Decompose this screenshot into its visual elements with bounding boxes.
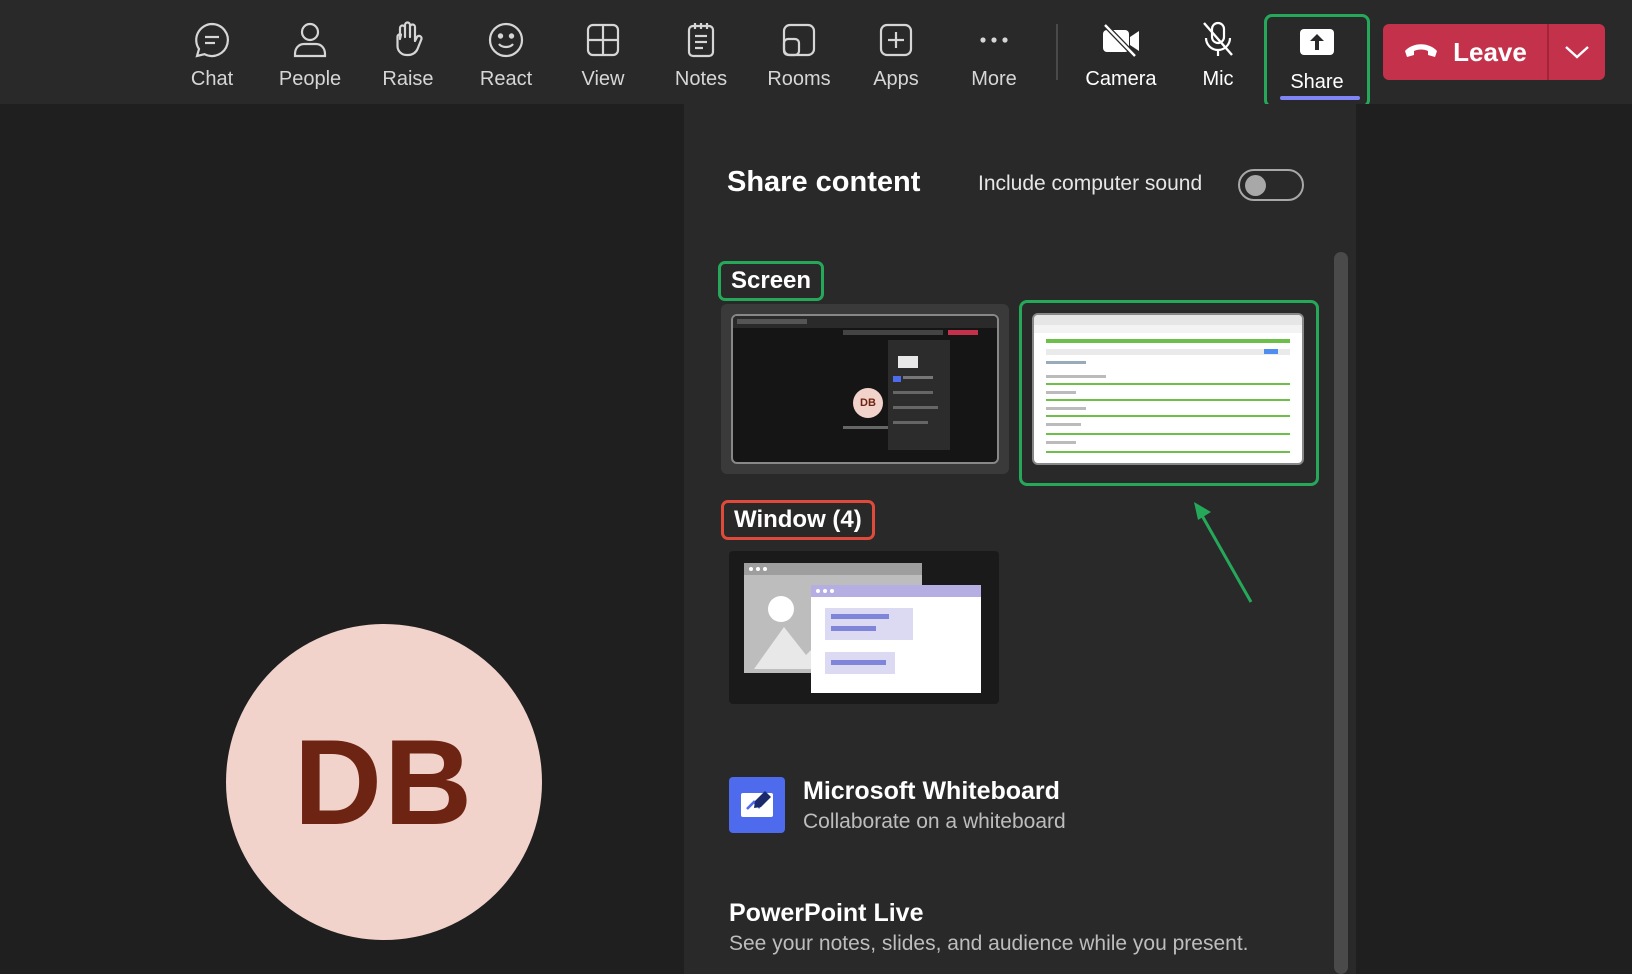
screen-1-preview: DB (731, 314, 999, 464)
share-content-panel: Share content Include computer sound Scr… (684, 104, 1356, 974)
notes-button[interactable]: Notes (656, 14, 746, 100)
whiteboard-title: Microsoft Whiteboard (803, 777, 1060, 805)
view-button[interactable]: View (558, 14, 648, 100)
whiteboard-icon (729, 777, 785, 833)
camera-button[interactable]: Camera (1076, 14, 1166, 100)
rooms-button[interactable]: Rooms (754, 14, 844, 100)
leave-button-group: Leave (1383, 24, 1605, 80)
include-sound-label: Include computer sound (978, 172, 1203, 195)
mic-label: Mic (1202, 68, 1234, 90)
screen-section-label: Screen (718, 261, 825, 301)
share-upload-icon (1297, 23, 1337, 63)
rooms-icon (779, 20, 819, 60)
whiteboard-subtitle: Collaborate on a whiteboard (803, 810, 1066, 833)
participant-avatar: DB (226, 624, 542, 940)
window-section-label: Window (4) (721, 500, 875, 540)
chat-label: Chat (190, 68, 234, 90)
react-label: React (479, 68, 533, 90)
more-label: More (971, 68, 1017, 90)
apps-add-icon (876, 20, 916, 60)
stage-right-area (1356, 104, 1632, 974)
meeting-stage: DB (0, 104, 684, 974)
window-illustration (744, 563, 981, 693)
include-sound-toggle[interactable] (1238, 169, 1304, 201)
share-label: Share (1290, 71, 1344, 93)
window-thumbnail[interactable] (729, 551, 999, 704)
leave-label: Leave (1453, 36, 1527, 67)
screen-2-preview-graphic (1034, 315, 1302, 453)
apps-button[interactable]: Apps (851, 14, 941, 100)
leave-button[interactable]: Leave (1383, 24, 1547, 80)
ellipsis-icon (974, 20, 1014, 60)
camera-off-icon (1101, 20, 1141, 60)
powerpoint-live-title: PowerPoint Live (729, 899, 924, 927)
rooms-label: Rooms (767, 68, 831, 90)
powerpoint-live-subtitle: See your notes, slides, and audience whi… (729, 932, 1249, 955)
camera-label: Camera (1085, 68, 1157, 90)
share-active-indicator (1280, 96, 1360, 100)
microsoft-whiteboard-option[interactable]: Microsoft Whiteboard Collaborate on a wh… (729, 777, 1289, 837)
chat-button[interactable]: Chat (167, 14, 257, 100)
people-button[interactable]: People (265, 14, 355, 100)
raise-hand-button[interactable]: Raise (363, 14, 453, 100)
screen-thumbnail-1[interactable]: DB (721, 304, 1009, 474)
chevron-down-icon (1565, 46, 1589, 59)
toolbar-divider (1056, 24, 1058, 80)
more-button[interactable]: More (949, 14, 1039, 100)
mini-avatar: DB (853, 388, 883, 418)
notes-label: Notes (674, 68, 728, 90)
phone-hangup-icon (1403, 41, 1439, 64)
screen-2-preview (1032, 313, 1304, 465)
chat-icon (192, 20, 232, 60)
meeting-toolbar: Chat People Raise React View Notes Rooms… (0, 0, 1632, 108)
mic-button[interactable]: Mic (1173, 14, 1263, 100)
panel-title: Share content (727, 166, 921, 198)
view-label: View (581, 68, 625, 90)
powerpoint-live-option[interactable]: PowerPoint Live See your notes, slides, … (729, 899, 1299, 959)
raise-label: Raise (382, 68, 434, 90)
react-button[interactable]: React (461, 14, 551, 100)
people-label: People (278, 68, 342, 90)
screen-thumbnail-2[interactable] (1019, 300, 1319, 486)
smiley-icon (486, 20, 526, 60)
share-button[interactable]: Share (1264, 14, 1370, 108)
raise-hand-icon (388, 20, 428, 60)
participant-initials: DB (293, 714, 475, 850)
panel-scrollbar[interactable] (1334, 252, 1348, 974)
notes-icon (681, 20, 721, 60)
apps-label: Apps (873, 68, 919, 90)
toggle-knob (1245, 175, 1266, 196)
person-icon (290, 20, 330, 60)
leave-options-dropdown[interactable] (1549, 24, 1605, 80)
mic-off-icon (1198, 20, 1238, 60)
grid-view-icon (583, 20, 623, 60)
